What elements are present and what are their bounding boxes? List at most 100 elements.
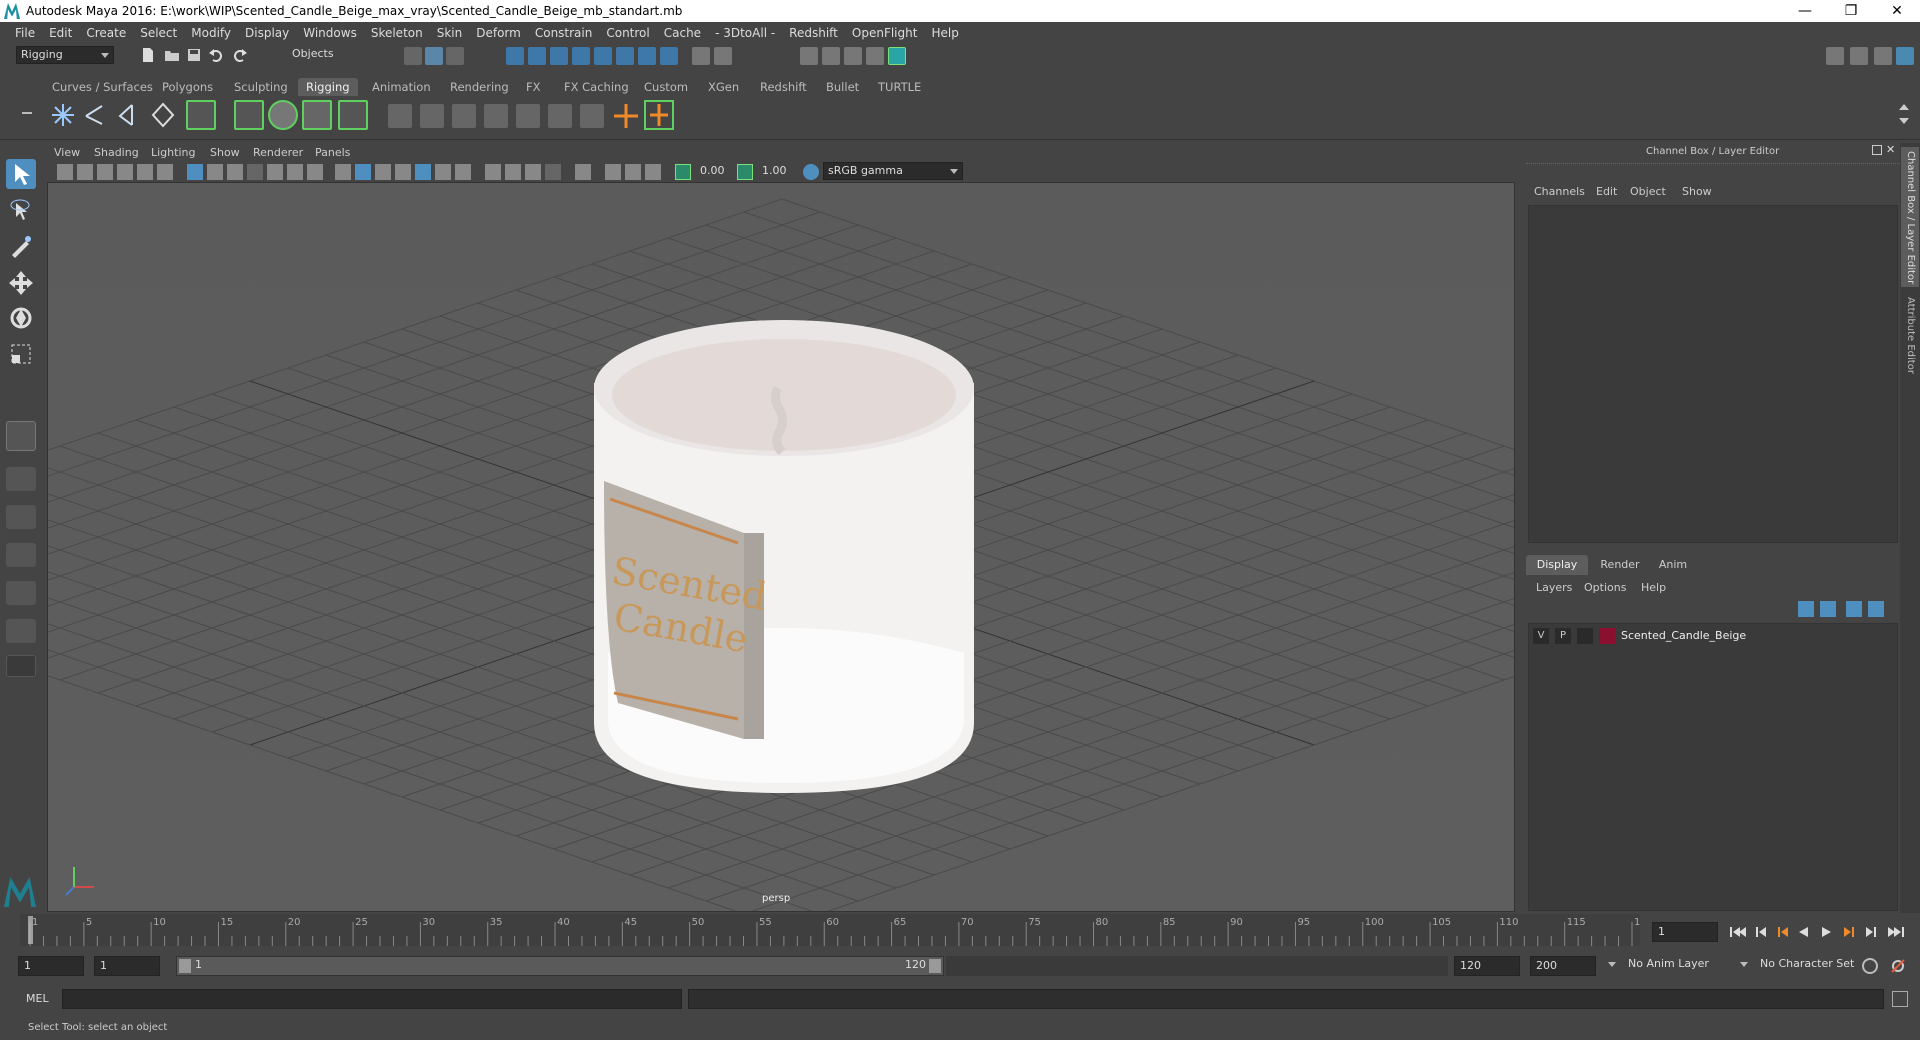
modeling-toolkit-icon[interactable] bbox=[1826, 47, 1844, 65]
camera-attributes-icon[interactable] bbox=[77, 164, 93, 180]
menu-skeleton[interactable]: Skeleton bbox=[364, 26, 430, 40]
vp-menu-lighting[interactable]: Lighting bbox=[151, 146, 195, 159]
shelf-tab-bullet[interactable]: Bullet bbox=[818, 78, 867, 96]
menu-edit[interactable]: Edit bbox=[42, 26, 79, 40]
select-object-icon[interactable] bbox=[425, 47, 443, 65]
layout-hypershade-icon[interactable] bbox=[6, 619, 36, 643]
anim-layer-dropdown[interactable]: No Anim Layer bbox=[1608, 956, 1746, 976]
exposure-icon[interactable] bbox=[675, 164, 691, 180]
layer-tab-anim[interactable]: Anim bbox=[1648, 555, 1698, 575]
layer-name[interactable]: Scented_Candle_Beige bbox=[1621, 629, 1746, 642]
shelf-tab-fx-caching[interactable]: FX Caching bbox=[556, 78, 637, 96]
selection-mask-dropdown[interactable]: Objects bbox=[276, 46, 380, 64]
safe-title-icon[interactable] bbox=[307, 164, 323, 180]
camera-select-icon[interactable] bbox=[57, 164, 73, 180]
scale-constraint-icon[interactable] bbox=[516, 104, 540, 128]
new-layer-selected-icon[interactable] bbox=[1868, 601, 1884, 617]
grease-pencil-icon[interactable] bbox=[157, 164, 173, 180]
shelf-tab-polygons[interactable]: Polygons bbox=[154, 78, 221, 96]
lasso-tool-icon[interactable] bbox=[6, 195, 36, 225]
cluster-icon[interactable] bbox=[338, 100, 368, 130]
screen-space-ao-icon[interactable] bbox=[455, 164, 471, 180]
safe-action-icon[interactable] bbox=[287, 164, 303, 180]
pole-vector-icon[interactable] bbox=[580, 104, 604, 128]
locator-icon[interactable] bbox=[612, 102, 640, 130]
playback-start-field[interactable]: 1 bbox=[94, 956, 160, 976]
wireframe-on-shaded-icon[interactable] bbox=[375, 164, 391, 180]
render-view-icon[interactable] bbox=[800, 47, 818, 65]
vp-menu-shading[interactable]: Shading bbox=[94, 146, 139, 159]
maya-home-icon[interactable] bbox=[4, 877, 36, 907]
parent-constraint-icon[interactable] bbox=[548, 104, 572, 128]
vp-menu-view[interactable]: View bbox=[54, 146, 80, 159]
menu-deform[interactable]: Deform bbox=[469, 26, 528, 40]
cluster-handle-icon[interactable] bbox=[644, 100, 674, 130]
exposure-field[interactable]: 0.00 bbox=[695, 162, 731, 180]
construction-history-icon[interactable] bbox=[714, 47, 732, 65]
select-tool-icon[interactable] bbox=[6, 159, 36, 189]
playback-end-field[interactable]: 120 bbox=[1454, 956, 1520, 976]
quick-rig-icon[interactable] bbox=[186, 100, 216, 130]
snap-live-icon[interactable] bbox=[638, 47, 656, 65]
resolution-gate-icon[interactable] bbox=[227, 164, 243, 180]
show-menu[interactable]: Show bbox=[1682, 185, 1712, 198]
new-scene-icon[interactable] bbox=[140, 47, 156, 63]
channels-menu[interactable]: Channels bbox=[1534, 185, 1585, 198]
hypershade-icon[interactable] bbox=[888, 47, 906, 65]
time-slider[interactable]: 1 5 10 15 20 25 30 35 40 45 50 55 60 65 70 75 80 85 90 95 10… bbox=[20, 914, 1653, 946]
gamma-field[interactable]: 1.00 bbox=[757, 162, 793, 180]
shelf-tab-rigging[interactable]: Rigging bbox=[298, 78, 358, 96]
range-start-handle[interactable] bbox=[179, 959, 191, 973]
image-plane-icon[interactable] bbox=[117, 164, 133, 180]
xray-icon[interactable] bbox=[545, 164, 561, 180]
move-tool-icon[interactable] bbox=[6, 267, 36, 297]
snap-view-plane-icon[interactable] bbox=[572, 47, 590, 65]
shelf-scroll-icon[interactable] bbox=[1898, 102, 1910, 132]
layer-tab-display[interactable]: Display bbox=[1526, 555, 1588, 575]
maximize-button[interactable]: ❐ bbox=[1828, 3, 1874, 19]
attribute-editor-toggle-icon[interactable] bbox=[1850, 47, 1868, 65]
close-panel-icon[interactable]: ✕ bbox=[1886, 143, 1895, 156]
frame-selected-icon[interactable] bbox=[645, 164, 661, 180]
vp-menu-renderer[interactable]: Renderer bbox=[253, 146, 303, 159]
menu-constrain[interactable]: Constrain bbox=[528, 26, 600, 40]
auto-key-icon[interactable] bbox=[1862, 958, 1878, 974]
shelf-tab-curves[interactable]: Curves / Surfaces bbox=[44, 78, 161, 96]
layout-graph-icon[interactable] bbox=[6, 581, 36, 605]
layout-outliner-icon[interactable] bbox=[6, 543, 36, 567]
menu-openflight[interactable]: OpenFlight bbox=[845, 26, 925, 40]
menu-modify[interactable]: Modify bbox=[184, 26, 238, 40]
shelf-menu-icon[interactable] bbox=[22, 112, 32, 114]
start-time-field[interactable]: 1 bbox=[18, 956, 84, 976]
layer-row[interactable]: V P Scented_Candle_Beige bbox=[1529, 626, 1897, 646]
mirror-joint-icon[interactable] bbox=[150, 102, 176, 128]
shelf-tab-xgen[interactable]: XGen bbox=[700, 78, 747, 96]
layer-display-type[interactable] bbox=[1577, 628, 1593, 644]
select-hierarchy-icon[interactable] bbox=[404, 47, 422, 65]
render-frame-icon[interactable] bbox=[822, 47, 840, 65]
animation-prefs-icon[interactable] bbox=[1890, 958, 1906, 974]
render-settings-icon[interactable] bbox=[866, 47, 884, 65]
shadows-icon[interactable] bbox=[435, 164, 451, 180]
layers-menu[interactable]: Layers bbox=[1536, 581, 1572, 594]
command-language-label[interactable]: MEL bbox=[26, 992, 49, 1005]
end-time-field[interactable]: 200 bbox=[1530, 956, 1596, 976]
rotate-tool-icon[interactable] bbox=[6, 303, 36, 333]
scale-tool-icon[interactable] bbox=[6, 339, 36, 369]
object-menu[interactable]: Object bbox=[1630, 185, 1666, 198]
motion-blur-icon[interactable] bbox=[485, 164, 501, 180]
bind-skin-icon[interactable] bbox=[234, 100, 264, 130]
menu-select[interactable]: Select bbox=[133, 26, 184, 40]
gate-mask-icon[interactable] bbox=[247, 164, 263, 180]
menu-windows[interactable]: Windows bbox=[296, 26, 364, 40]
layout-single-icon[interactable] bbox=[6, 421, 36, 451]
isolate-select-icon[interactable] bbox=[575, 164, 591, 180]
command-input[interactable] bbox=[62, 989, 682, 1009]
menu-3dtoall[interactable]: - 3DtoAll - bbox=[708, 26, 782, 40]
channel-box-toggle-icon[interactable] bbox=[1896, 47, 1914, 65]
menu-control[interactable]: Control bbox=[599, 26, 656, 40]
move-layer-down-icon[interactable] bbox=[1820, 601, 1836, 617]
lattice-icon[interactable] bbox=[302, 100, 332, 130]
menu-redshift[interactable]: Redshift bbox=[782, 26, 845, 40]
layer-help-menu[interactable]: Help bbox=[1641, 581, 1666, 594]
